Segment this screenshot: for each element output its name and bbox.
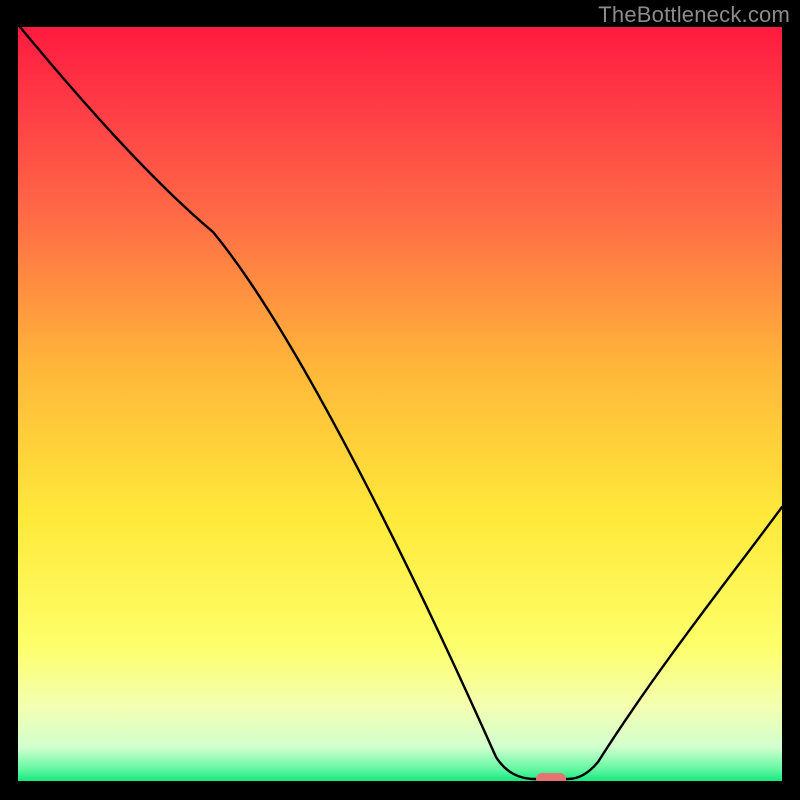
bottleneck-chart — [18, 27, 782, 781]
gradient-background — [18, 27, 782, 781]
chart-frame: TheBottleneck.com — [0, 0, 800, 800]
watermark-text: TheBottleneck.com — [598, 2, 790, 28]
chart-svg — [18, 27, 782, 781]
optimal-marker — [536, 773, 566, 781]
